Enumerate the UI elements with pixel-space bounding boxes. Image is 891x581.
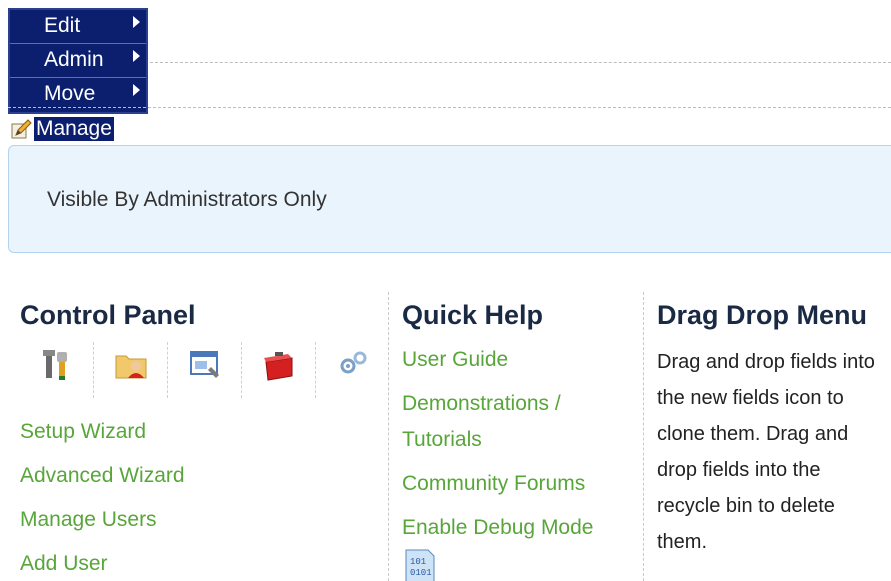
menu-item-edit[interactable]: Edit <box>10 10 146 44</box>
dashed-divider <box>8 107 891 108</box>
svg-text:0101: 0101 <box>410 568 432 578</box>
control-panel-section: Control Panel Setup Wizard Advanced Wiza… <box>20 300 380 575</box>
quick-help-links: User Guide Demonstrations / Tutorials Co… <box>402 342 632 554</box>
control-panel-links: Setup Wizard Advanced Wizard Manage User… <box>20 410 185 581</box>
gears-icon[interactable] <box>316 342 390 398</box>
enable-debug-mode-link[interactable]: Enable Debug Mode <box>402 510 632 546</box>
control-panel-icons <box>20 342 390 400</box>
demonstrations-tutorials-link[interactable]: Demonstrations / Tutorials <box>402 386 612 458</box>
drag-drop-menu-title: Drag Drop Menu <box>657 300 868 330</box>
submenu-arrow-icon <box>133 50 140 62</box>
menu-item-label: Admin <box>44 48 104 71</box>
binary-file-icon[interactable]: 101 0101 <box>402 548 438 581</box>
submenu-arrow-icon <box>133 84 140 96</box>
svg-text:101: 101 <box>410 557 426 567</box>
quick-help-title: Quick Help <box>402 300 544 330</box>
drag-drop-menu-section: Drag Drop Menu Drag and drop fields into… <box>657 300 891 553</box>
admin-notice: Visible By Administrators Only <box>8 145 891 253</box>
control-panel-title: Control Panel <box>20 300 196 330</box>
column-divider <box>643 292 644 581</box>
quick-help-section: Quick Help User Guide Demonstrations / T… <box>402 300 632 581</box>
user-folder-icon[interactable] <box>94 342 168 398</box>
drag-drop-description: Drag and drop fields into the new fields… <box>657 351 875 553</box>
advanced-wizard-link[interactable]: Advanced Wizard <box>20 454 185 498</box>
community-forums-link[interactable]: Community Forums <box>402 466 632 502</box>
manage-menu: Edit Admin Move <box>8 8 148 114</box>
manage-label: Manage <box>34 117 114 141</box>
pencil-edit-icon <box>11 119 32 139</box>
menu-item-admin[interactable]: Admin <box>10 44 146 78</box>
notice-text: Visible By Administrators Only <box>47 188 327 211</box>
manage-users-link[interactable]: Manage Users <box>20 498 185 542</box>
tools-icon[interactable] <box>20 342 94 398</box>
manage-button[interactable]: Manage <box>10 116 114 142</box>
menu-item-label: Edit <box>44 14 81 37</box>
add-user-link[interactable]: Add User <box>20 542 185 581</box>
column-divider <box>388 292 389 581</box>
toolbox-icon[interactable] <box>242 342 316 398</box>
window-settings-icon[interactable] <box>168 342 242 398</box>
dashed-divider <box>150 62 891 63</box>
menu-item-label: Move <box>44 82 96 105</box>
setup-wizard-link[interactable]: Setup Wizard <box>20 410 185 454</box>
user-guide-link[interactable]: User Guide <box>402 342 632 378</box>
submenu-arrow-icon <box>133 16 140 28</box>
